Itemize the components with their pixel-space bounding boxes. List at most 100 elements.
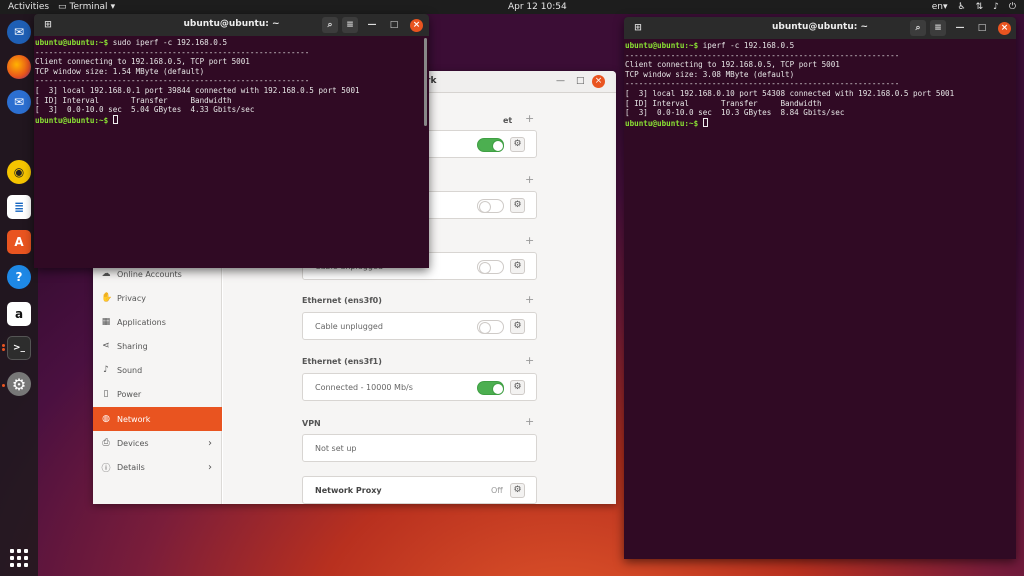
app-menu[interactable]: ▭ Terminal ▾	[58, 0, 115, 14]
connection-toggle[interactable]	[477, 199, 504, 213]
maximize-button[interactable]: □	[576, 76, 585, 86]
amazon-icon[interactable]: a	[7, 302, 31, 326]
keyboard-layout[interactable]: en▾	[932, 0, 948, 14]
scrollbar[interactable]	[424, 38, 427, 126]
terminal-line: ----------------------------------------…	[625, 79, 900, 89]
terminal-titlebar: ⊞ ubuntu@ubuntu: ~ ⌕ ≡ — □ ×	[34, 14, 429, 36]
sidebar-item-devices[interactable]: ⎙ Devices ›	[93, 431, 222, 455]
cursor	[112, 114, 118, 124]
add-connection-button[interactable]: +	[525, 173, 534, 186]
terminal-line: [ 3] local 192.168.0.10 port 54308 conne…	[625, 88, 955, 98]
app-menu-label: Terminal	[69, 2, 108, 12]
top-bar: Activities ▭ Terminal ▾ Apr 12 10:54 en▾…	[0, 0, 1024, 14]
share-icon: ⋖	[102, 341, 110, 351]
sidebar-item-label: Online Accounts	[117, 269, 182, 279]
add-connection-button[interactable]: +	[525, 293, 534, 306]
accessibility-icon[interactable]: ♿	[958, 0, 966, 14]
sidebar-item-label: Sharing	[117, 341, 148, 351]
terminal-small-icon: ▭	[58, 2, 67, 12]
firefox-icon[interactable]	[7, 55, 31, 79]
gear-icon[interactable]: ⚙	[510, 483, 525, 498]
sidebar-item-details[interactable]: ⓘ Details ›	[93, 455, 222, 479]
running-indicator	[2, 384, 5, 387]
connection-status: Connected - 10000 Mb/s	[315, 383, 413, 392]
ethernet-ens3f1-row: Connected - 10000 Mb/s ⚙	[302, 373, 537, 401]
ethernet-ens3f0-heading: Ethernet (ens3f0)	[302, 296, 382, 305]
sidebar-item-label: Power	[117, 389, 142, 399]
terminal-line: [ ID] Interval Transfer Bandwidth	[625, 98, 822, 108]
maximize-button[interactable]: □	[386, 17, 402, 33]
minimize-button[interactable]: —	[364, 17, 380, 33]
vpn-status: Not set up	[315, 444, 357, 453]
sidebar-item-sharing[interactable]: ⋖ Sharing	[93, 334, 222, 358]
ethernet-ens3f0-row: Cable unplugged ⚙	[302, 312, 537, 340]
ethernet-ens3f1-toggle[interactable]	[477, 381, 504, 395]
menu-icon[interactable]: ≡	[342, 17, 358, 33]
terminal-line: [ 3] local 192.168.0.1 port 39844 connec…	[35, 85, 360, 95]
clock[interactable]: Apr 12 10:54	[508, 0, 567, 14]
gear-icon[interactable]: ⚙	[510, 137, 525, 152]
sidebar-item-applications[interactable]: ▦ Applications	[93, 310, 222, 334]
hand-icon: ✋	[101, 293, 113, 303]
sidebar-item-sound[interactable]: ♪ Sound	[93, 358, 222, 382]
sidebar-item-label: Details	[117, 462, 145, 472]
software-icon[interactable]: A	[7, 230, 31, 254]
power-icon[interactable]: ⏻	[1009, 0, 1016, 14]
section-partial-label: et	[503, 116, 513, 125]
terminal-line: TCP window size: 3.08 MByte (default)	[625, 69, 795, 79]
sidebar-item-label: Applications	[117, 317, 166, 327]
gear-icon[interactable]: ⚙	[510, 319, 525, 334]
sidebar-item-label: Sound	[117, 365, 143, 375]
terminal-icon[interactable]: >_	[7, 336, 31, 360]
rhythmbox-icon[interactable]: ◉	[7, 160, 31, 184]
sidebar-item-network[interactable]: ◍ Network	[93, 407, 222, 431]
writer-icon[interactable]: ≣	[7, 195, 31, 219]
battery-icon: ▯	[103, 389, 109, 399]
terminal-line: [ 3] 0.0-10.0 sec 10.3 GBytes 8.84 Gbits…	[625, 108, 845, 118]
ethernet-ens3f0-toggle[interactable]	[477, 320, 504, 334]
sidebar-item-label: Privacy	[117, 293, 146, 303]
terminal-window-right: ⊞ ubuntu@ubuntu: ~ ⌕ ≡ — □ × ubuntu@ubun…	[624, 17, 1016, 559]
prompt: ubuntu@ubuntu:~$	[625, 118, 699, 128]
sidebar-item-privacy[interactable]: ✋ Privacy	[93, 286, 222, 310]
system-tray[interactable]: en▾ ♿ ⇅ ♪ ⏻	[932, 0, 1016, 14]
vpn-heading: VPN	[302, 419, 321, 428]
close-button[interactable]: ×	[592, 75, 605, 88]
volume-icon[interactable]: ♪	[993, 0, 999, 14]
connection-toggle[interactable]	[477, 260, 504, 274]
minimize-button[interactable]: —	[952, 20, 968, 36]
terminal-window-left: ⊞ ubuntu@ubuntu: ~ ⌕ ≡ — □ × ubuntu@ubun…	[34, 14, 429, 268]
terminal-line: ----------------------------------------…	[625, 50, 900, 60]
prompt: ubuntu@ubuntu:~$	[35, 38, 109, 47]
gear-icon[interactable]: ⚙	[510, 259, 525, 274]
gear-icon[interactable]: ⚙	[510, 380, 525, 395]
activities-button[interactable]: Activities	[8, 0, 49, 14]
thunderbird-icon[interactable]: ✉	[7, 20, 31, 44]
search-icon[interactable]: ⌕	[322, 17, 338, 33]
add-connection-button[interactable]: +	[525, 234, 534, 247]
sidebar-item-power[interactable]: ▯ Power	[93, 382, 222, 406]
settings-icon[interactable]: ⚙	[7, 372, 31, 396]
help-icon[interactable]: ?	[7, 265, 31, 289]
terminal-output[interactable]: ubuntu@ubuntu:~$ sudo iperf -c 192.168.0…	[35, 38, 360, 125]
minimize-button[interactable]: —	[556, 76, 565, 86]
terminal-output[interactable]: ubuntu@ubuntu:~$ iperf -c 192.168.0.5 --…	[625, 41, 954, 128]
network-proxy-row[interactable]: Network Proxy Off ⚙	[302, 476, 537, 504]
ethernet-ens3f1-heading: Ethernet (ens3f1)	[302, 357, 382, 366]
close-button[interactable]: ×	[410, 19, 423, 32]
search-icon[interactable]: ⌕	[910, 20, 926, 36]
connection-toggle[interactable]	[477, 138, 504, 152]
chevron-down-icon: ▾	[110, 2, 116, 12]
gear-icon[interactable]: ⚙	[510, 198, 525, 213]
prompt: ubuntu@ubuntu:~$	[625, 41, 699, 50]
close-button[interactable]: ×	[998, 22, 1011, 35]
network-icon[interactable]: ⇅	[976, 0, 984, 14]
show-applications-icon[interactable]	[10, 549, 28, 567]
add-connection-button[interactable]: +	[525, 112, 534, 125]
menu-icon[interactable]: ≡	[930, 20, 946, 36]
add-vpn-button[interactable]: +	[525, 415, 534, 428]
mail-icon[interactable]: ✉	[7, 90, 31, 114]
network-proxy-label: Network Proxy	[315, 486, 382, 495]
maximize-button[interactable]: □	[974, 20, 990, 36]
add-connection-button[interactable]: +	[525, 354, 534, 367]
